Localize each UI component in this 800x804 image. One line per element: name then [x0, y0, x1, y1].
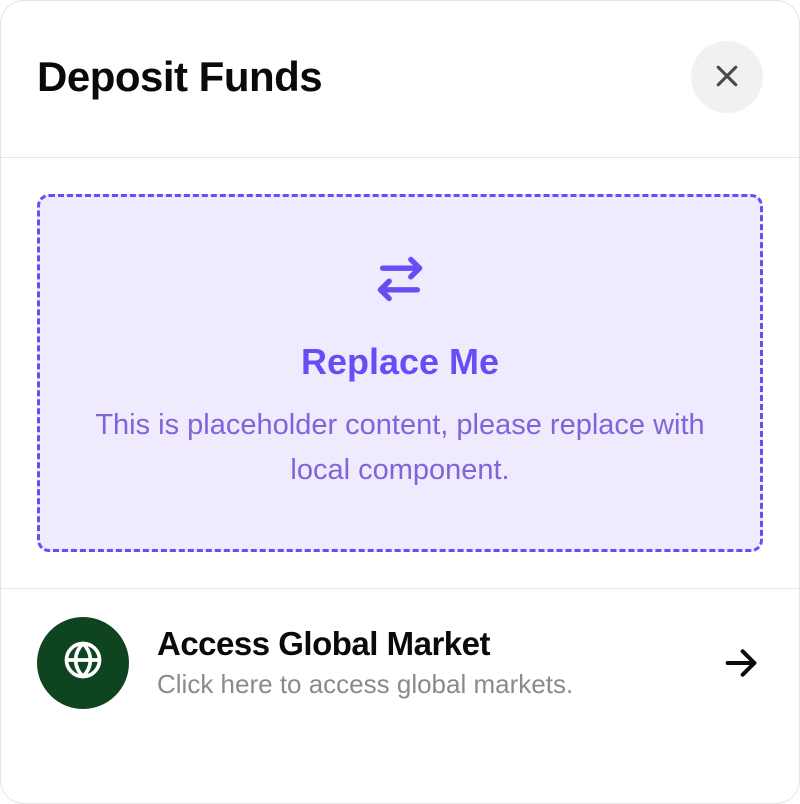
footer-text: Access Global Market Click here to acces… — [157, 625, 691, 700]
footer-subtitle: Click here to access global markets. — [157, 669, 691, 700]
globe-icon — [61, 638, 105, 687]
footer-title: Access Global Market — [157, 625, 691, 663]
placeholder-title: Replace Me — [88, 341, 712, 383]
modal-header: Deposit Funds — [1, 1, 799, 157]
globe-badge — [37, 617, 129, 709]
swap-icon — [374, 253, 426, 305]
modal-body: Replace Me This is placeholder content, … — [1, 158, 799, 588]
modal-footer: Access Global Market Click here to acces… — [1, 589, 799, 745]
placeholder-slot: Replace Me This is placeholder content, … — [37, 194, 763, 552]
arrow-right-icon — [719, 641, 763, 685]
deposit-funds-modal: Deposit Funds Replace Me This is — [0, 0, 800, 804]
access-global-market-button[interactable]: Access Global Market Click here to acces… — [37, 617, 763, 709]
close-button[interactable] — [691, 41, 763, 113]
modal-title: Deposit Funds — [37, 53, 322, 101]
close-icon — [712, 61, 742, 94]
placeholder-description: This is placeholder content, please repl… — [90, 403, 710, 493]
